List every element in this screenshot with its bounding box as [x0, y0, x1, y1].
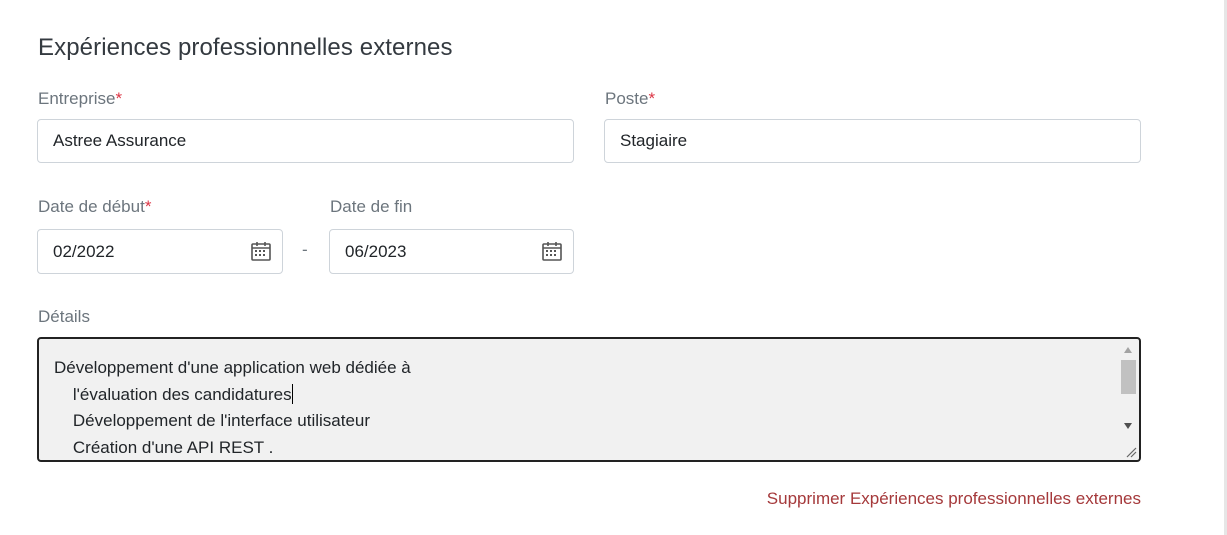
date-debut-input[interactable]	[38, 230, 253, 273]
details-textarea[interactable]: Développement d'une application web dédi…	[37, 337, 1141, 462]
scrollbar-thumb[interactable]	[1121, 360, 1136, 394]
required-star: *	[648, 89, 656, 108]
required-star: *	[115, 89, 123, 108]
date-debut-field	[37, 229, 283, 274]
details-line-with-caret: l'évaluation des candidatures	[54, 382, 1114, 409]
text-caret	[291, 383, 293, 404]
resize-grip-icon[interactable]	[1125, 446, 1137, 458]
details-line: Création d'une API REST .	[54, 437, 274, 457]
details-text[interactable]: Développement d'une application web dédi…	[54, 355, 1114, 460]
entreprise-input[interactable]	[37, 119, 574, 163]
textarea-scrollbar[interactable]	[1120, 341, 1137, 458]
details-label-text: Détails	[38, 307, 90, 326]
date-debut-label-text: Date de début	[38, 197, 145, 216]
scroll-up-arrow-icon[interactable]	[1124, 347, 1132, 353]
poste-label-text: Poste	[605, 89, 649, 108]
details-line: Développement de l'interface utilisateur	[54, 411, 371, 430]
section-title: Expériences professionnelles externes	[38, 34, 453, 61]
date-range-separator: -	[302, 240, 308, 259]
date-fin-label: Date de fin	[330, 197, 412, 217]
delete-experience-link[interactable]: Supprimer Expériences professionnelles e…	[767, 489, 1141, 509]
date-fin-field	[329, 229, 574, 274]
poste-label: Poste*	[605, 89, 655, 109]
required-star: *	[144, 197, 152, 216]
scroll-down-arrow-icon[interactable]	[1124, 423, 1132, 429]
calendar-icon[interactable]	[541, 240, 563, 262]
date-debut-label: Date de début*	[38, 197, 151, 217]
entreprise-label-text: Entreprise	[38, 89, 116, 108]
experience-form: Expériences professionnelles externes En…	[0, 0, 1227, 535]
details-line: l'évaluation des candidatures	[54, 384, 292, 404]
entreprise-label: Entreprise*	[38, 89, 122, 109]
details-line: Développement d'une application web dédi…	[54, 358, 411, 377]
poste-input[interactable]	[604, 119, 1141, 163]
details-label: Détails	[38, 307, 90, 327]
date-fin-label-text: Date de fin	[330, 197, 413, 216]
date-fin-input[interactable]	[330, 230, 545, 273]
calendar-icon[interactable]	[250, 240, 272, 262]
